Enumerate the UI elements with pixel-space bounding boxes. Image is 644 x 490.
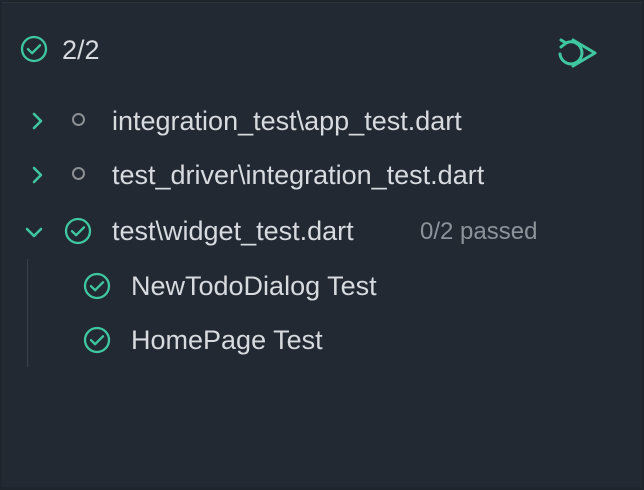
test-summary-header: 2/2 [2,31,642,71]
chevron-right-icon[interactable] [29,166,47,184]
test-count: 2/2 [62,35,100,65]
test-file-label: test\widget_test.dart [112,216,354,246]
rerun-icon[interactable] [555,33,601,71]
check-circle-icon [64,217,92,245]
test-row-widget-test[interactable]: test\widget_test.dart 0/2 passed [2,208,642,252]
test-result-summary: 0/2 passed [420,218,538,245]
test-case-homepage[interactable]: HomePage Test [2,317,642,361]
not-run-dot-icon [72,113,85,126]
test-case-label: HomePage Test [131,325,323,355]
chevron-down-icon[interactable] [25,224,43,242]
test-file-label: integration_test\app_test.dart [112,106,462,136]
test-row-test-driver[interactable]: test_driver\integration_test.dart [2,153,642,197]
not-run-dot-icon [72,167,85,180]
chevron-right-icon[interactable] [29,112,47,130]
test-case-label: NewTodoDialog Test [131,271,377,301]
test-row-integration-test[interactable]: integration_test\app_test.dart [2,99,642,143]
check-circle-icon [83,272,111,300]
test-case-newtododialog[interactable]: NewTodoDialog Test [2,263,642,307]
test-explorer-panel: 2/2 integration_test\app_test.dart test_… [2,2,642,487]
check-circle-icon [83,326,111,354]
test-file-label: test_driver\integration_test.dart [112,160,485,190]
check-circle-icon [20,35,48,63]
